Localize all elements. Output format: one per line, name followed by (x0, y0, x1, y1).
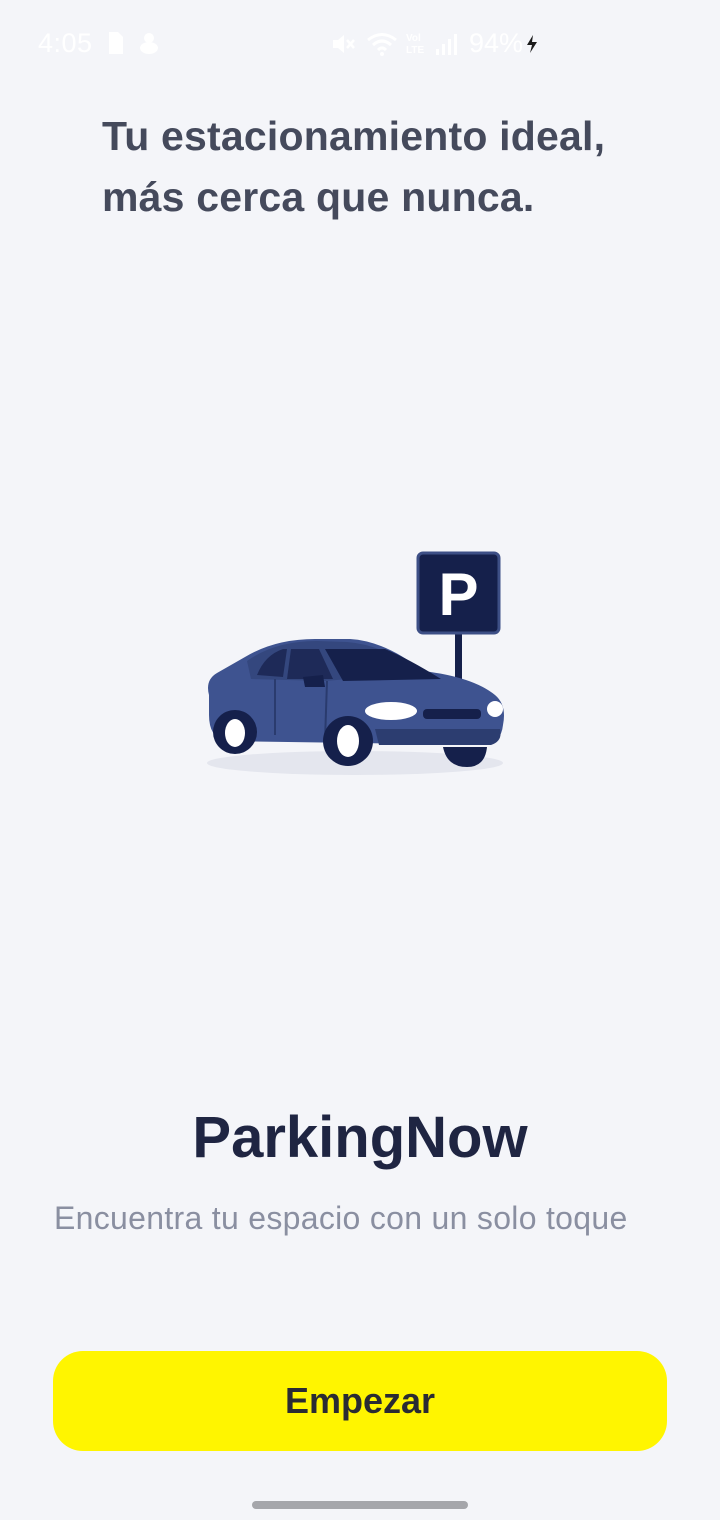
charging-icon (526, 35, 538, 58)
sim-card-icon (107, 32, 123, 59)
headline-line-2: más cerca que nunca. (102, 174, 535, 220)
mute-icon (331, 32, 355, 61)
tagline: Encuentra tu espacio con un solo toque (54, 1200, 628, 1236)
battery-percent: 94% (469, 28, 524, 58)
volte-icon: Vol LTE (405, 30, 429, 61)
notification-icon (139, 32, 159, 59)
wifi-icon (367, 32, 397, 61)
parking-sign-letter: P (438, 561, 478, 628)
car-parking-illustration: P (195, 545, 515, 785)
svg-text:Vol: Vol (406, 33, 421, 44)
app-name: ParkingNow (192, 1105, 528, 1170)
status-time: 4:05 (38, 28, 93, 58)
signal-icon (435, 32, 459, 61)
status-bar: 4:05 Vol LTE 94% (0, 0, 720, 88)
start-button[interactable]: Empezar (53, 1351, 667, 1451)
svg-text:LTE: LTE (406, 45, 424, 56)
headline: Tu estacionamiento ideal, más cerca que … (102, 106, 662, 228)
headline-line-1: Tu estacionamiento ideal, (102, 113, 606, 159)
home-indicator[interactable] (252, 1501, 468, 1509)
